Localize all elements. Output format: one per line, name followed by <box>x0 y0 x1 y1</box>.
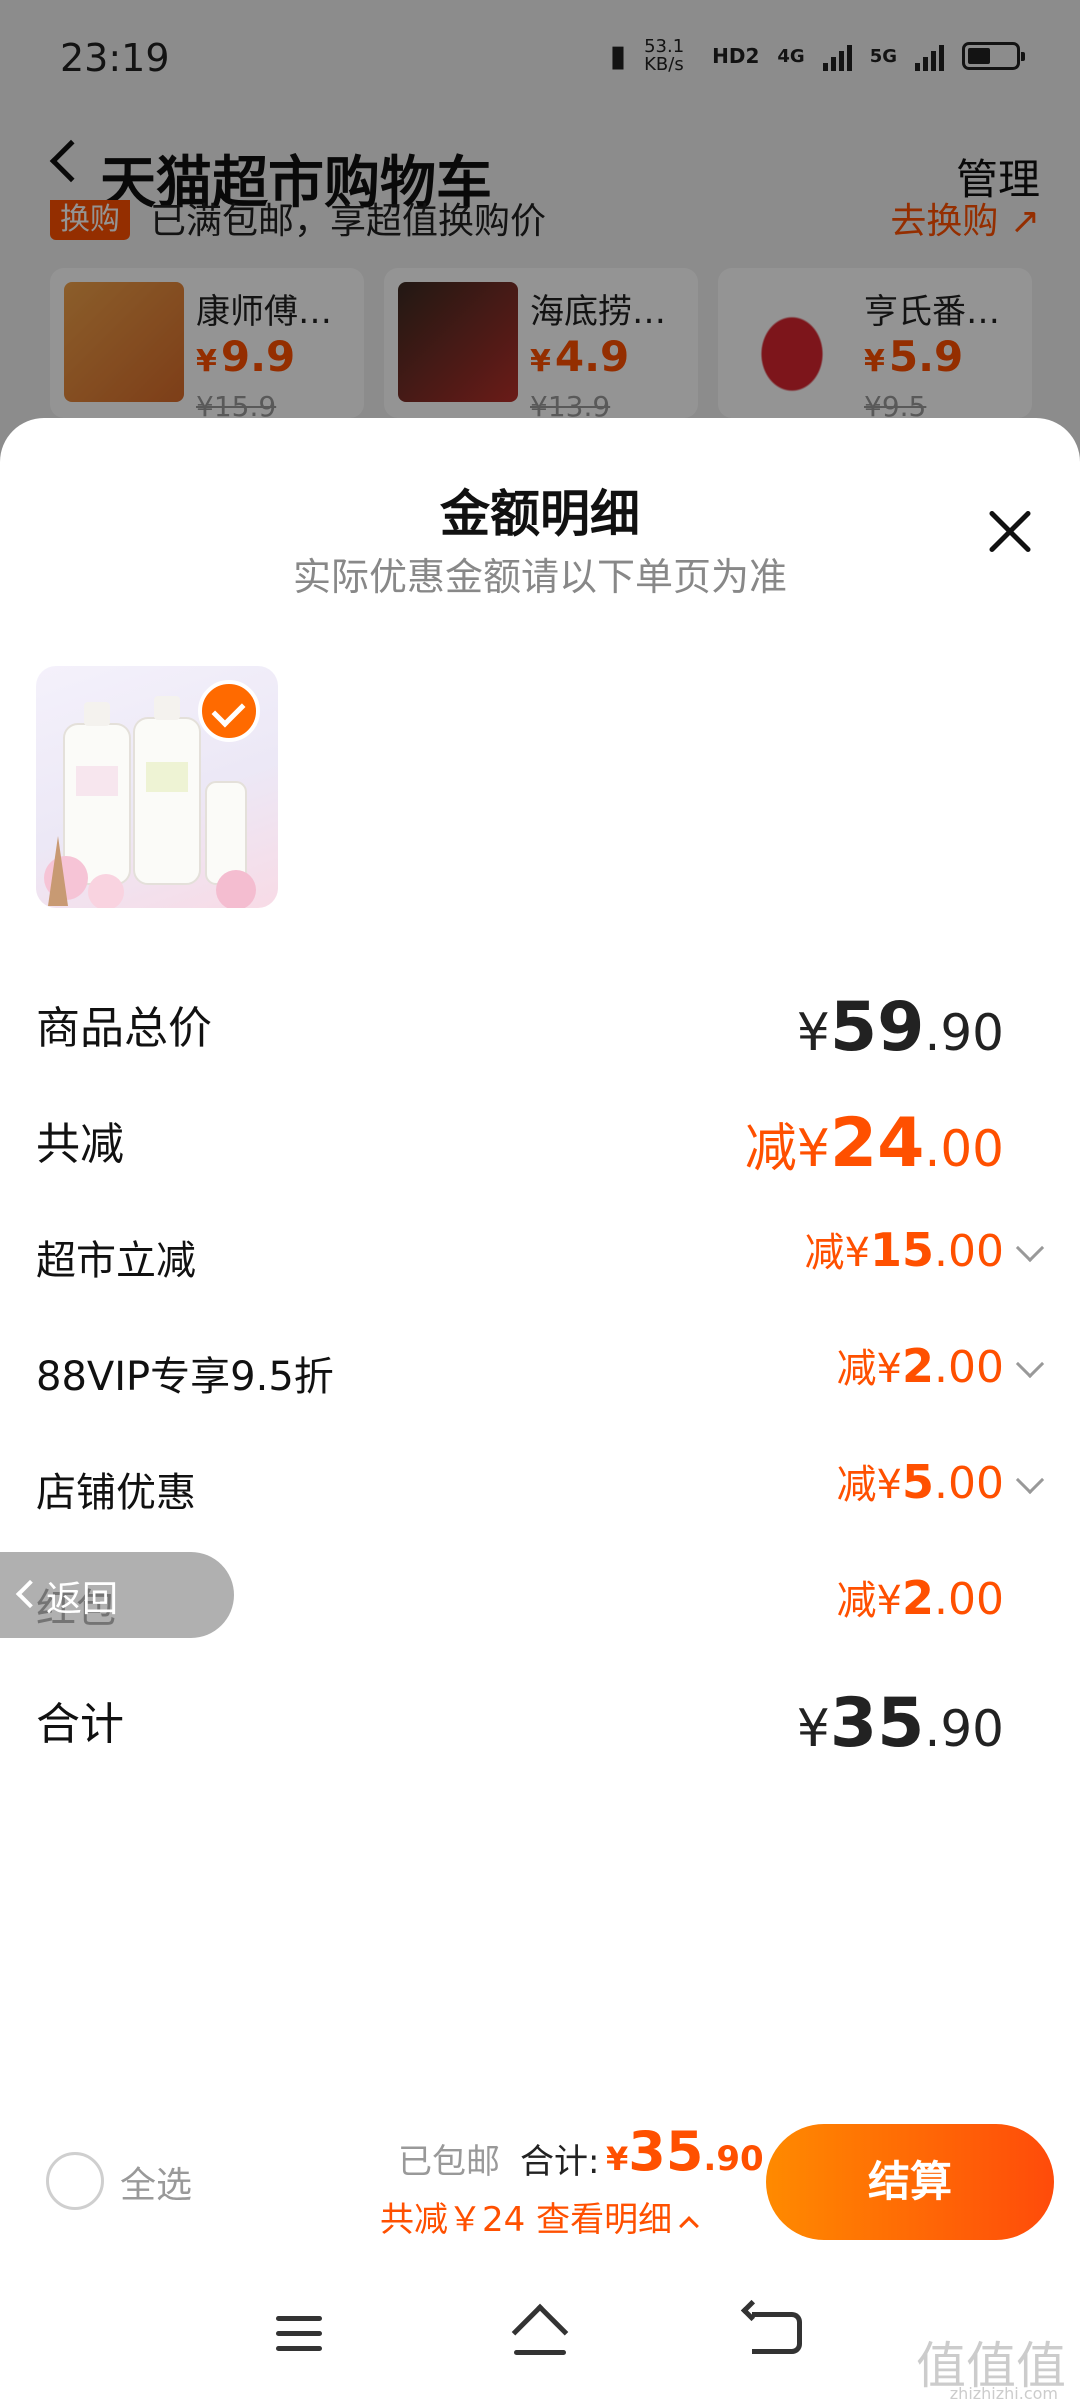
row-total-discount: 共减 减¥24.00 <box>0 1094 1080 1184</box>
watermark-url: zhizhizhi.com <box>949 2384 1058 2400</box>
checkout-bar: 全选 已包邮 合计: ¥35.90 共减￥24 查看明细 结算 <box>0 2110 1080 2260</box>
shipping-status: 已包邮 <box>398 2142 500 2182</box>
chevron-down-icon[interactable] <box>1015 1349 1045 1379</box>
row-value: 减¥15.00 <box>804 1223 1004 1277</box>
back-pill-label: 返回 <box>46 1579 119 1620</box>
product-thumbnail[interactable] <box>36 666 278 908</box>
amount-detail-sheet: 金额明细 实际优惠金额请以下单页为准 商品总价 ¥59.90 共减 减¥24.0… <box>0 418 1080 2400</box>
close-icon[interactable] <box>980 502 1040 562</box>
view-detail-link[interactable]: 共减￥24 查看明细 <box>380 2192 699 2241</box>
row-supermarket-discount[interactable]: 超市立减 减¥15.00 <box>0 1210 1080 1300</box>
row-goods-total: 商品总价 ¥59.90 <box>0 978 1080 1068</box>
back-icon[interactable] <box>752 2312 802 2354</box>
row-value: 减¥2.00 <box>836 1339 1004 1393</box>
row-value: 减¥5.00 <box>836 1455 1004 1509</box>
row-value: 减¥2.00 <box>836 1571 1004 1625</box>
chevron-down-icon[interactable] <box>1015 1233 1045 1263</box>
row-value: ¥59.90 <box>796 988 1004 1067</box>
select-all-label[interactable]: 全选 <box>120 2156 192 2208</box>
selected-check-icon[interactable] <box>198 680 260 742</box>
row-label: 共减 <box>36 1119 124 1170</box>
chevron-down-icon[interactable] <box>1015 1465 1045 1495</box>
total-amount: ¥35.90 <box>606 2120 764 2183</box>
checkout-button[interactable]: 结算 <box>766 2124 1054 2240</box>
total-label: 合计: <box>520 2142 600 2182</box>
floating-back-button[interactable]: 返回 <box>0 1552 234 1638</box>
chevron-left-icon <box>15 1579 45 1609</box>
home-icon[interactable] <box>510 2303 570 2361</box>
row-value: 减¥24.00 <box>744 1104 1004 1183</box>
system-navigation-bar: 值值值 zhizhizhi.com <box>0 2260 1080 2400</box>
select-all-radio[interactable] <box>46 2152 104 2210</box>
row-store-discount[interactable]: 店铺优惠 减¥5.00 <box>0 1442 1080 1532</box>
row-label: 88VIP专享9.5折 <box>36 1354 334 1400</box>
sheet-subtitle: 实际优惠金额请以下单页为准 <box>292 555 787 599</box>
row-value: ¥35.90 <box>796 1684 1004 1763</box>
row-label: 超市立减 <box>36 1238 196 1284</box>
row-88vip-discount[interactable]: 88VIP专享9.5折 减¥2.00 <box>0 1326 1080 1416</box>
chevron-up-icon <box>679 2216 699 2236</box>
row-label: 合计 <box>36 1699 124 1750</box>
sheet-title: 金额明细 <box>440 485 640 543</box>
row-label: 商品总价 <box>36 1003 212 1054</box>
row-grand-total: 合计 ¥35.90 <box>0 1674 1080 1764</box>
menu-icon[interactable] <box>276 2316 322 2352</box>
row-label: 店铺优惠 <box>36 1470 196 1516</box>
